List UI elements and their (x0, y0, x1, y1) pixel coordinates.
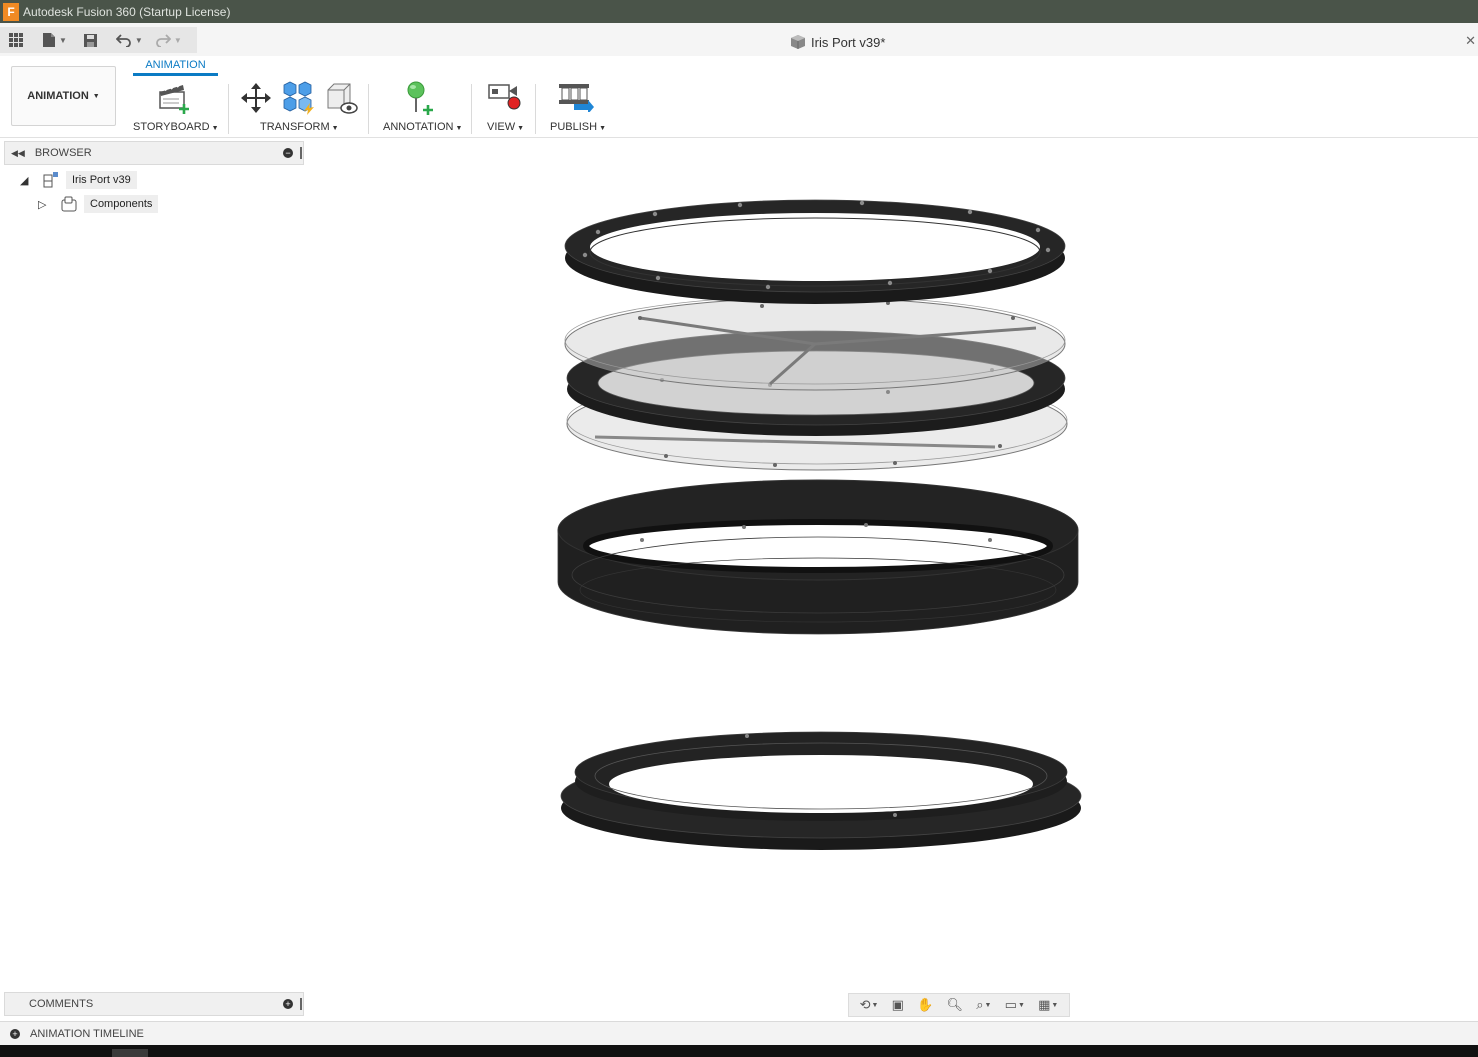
quick-access-bar: ▼ ▼ ▼ Iris Port v39* ✕ (0, 23, 1478, 56)
view-label: VIEW (487, 121, 516, 133)
separator (228, 84, 229, 134)
annotation-menu[interactable]: ANNOTATION ▼ (383, 121, 462, 133)
storyboard-menu[interactable]: STORYBOARD ▼ (133, 121, 219, 133)
tab-animation[interactable]: ANIMATION (133, 59, 218, 76)
storyboard-label: STORYBOARD (133, 121, 210, 133)
bottom-flange-ring (560, 731, 1082, 850)
minus-circle-icon[interactable]: − (283, 148, 293, 158)
assembly-icon (43, 172, 58, 188)
transform-menu[interactable]: TRANSFORM ▼ (260, 121, 339, 133)
ribbon-toolbar: ANIMATION ▼ ANIMATION STORYBOARD ▼ TRANSF… (0, 56, 1478, 138)
navigation-bar: ⟲ ▼ ▣ ✋ 🔍︎ ⌕ ▼ ▭ ▼ ▦ ▼ (848, 993, 1070, 1017)
save-icon (83, 33, 97, 47)
expanded-triangle-icon[interactable]: ◢ (20, 174, 34, 187)
publish-menu[interactable]: PUBLISH ▼ (550, 121, 606, 133)
redo-button[interactable]: ▼ (151, 27, 186, 53)
separator (471, 84, 472, 134)
app-grid-button[interactable] (4, 27, 28, 53)
callout-pin-icon[interactable] (403, 81, 437, 115)
taskbar-item[interactable] (112, 1049, 148, 1057)
move-icon[interactable] (240, 82, 272, 114)
separator (535, 84, 536, 134)
new-storyboard-icon[interactable] (157, 82, 191, 114)
fit-icon[interactable]: ⌕ ▼ (976, 997, 991, 1013)
chevron-down-icon: ▼ (92, 92, 100, 100)
chevron-down-icon: ▼ (517, 125, 525, 132)
fusion-logo-icon: F (3, 2, 19, 21)
title-bar: F Autodesk Fusion 360 (Startup License) (0, 0, 1478, 23)
tree-item-root[interactable]: ◢ Iris Port v39 (20, 171, 137, 189)
zoom-icon[interactable]: 🔍︎ (947, 997, 964, 1013)
annotation-label: ANNOTATION (383, 121, 454, 133)
display-settings-icon[interactable]: ▭ ▼ (1005, 997, 1025, 1013)
comments-panel-header[interactable]: COMMENTS + (4, 992, 304, 1016)
orbit-icon[interactable]: ⟲ ▼ (860, 997, 879, 1013)
document-title: Iris Port v39* (790, 34, 885, 50)
top-bolt-ring (564, 199, 1066, 304)
collapse-panel-icon[interactable]: ◀◀ (11, 148, 25, 159)
middle-cylinder-band (557, 479, 1079, 635)
chevron-down-icon: ▼ (59, 35, 67, 45)
upper-glass-plate (564, 295, 1066, 391)
undo-button[interactable]: ▼ (112, 27, 147, 53)
separator (368, 84, 369, 134)
expand-triangle-icon[interactable]: ▷ (38, 198, 52, 211)
pin-panel-icon[interactable] (300, 998, 302, 1010)
pan-hand-icon[interactable]: ✋ (917, 997, 933, 1013)
transform-label: TRANSFORM (260, 121, 330, 133)
workspace-switcher-button[interactable]: ANIMATION ▼ (11, 66, 116, 126)
quick-access-group: ▼ ▼ ▼ (0, 27, 197, 53)
add-circle-icon[interactable]: + (10, 1028, 20, 1039)
save-button[interactable] (79, 27, 102, 53)
file-menu-button[interactable]: ▼ (38, 27, 71, 53)
pin-panel-icon[interactable] (300, 147, 302, 159)
window-title: Autodesk Fusion 360 (Startup License) (23, 4, 231, 19)
cube-icon (791, 35, 805, 49)
chevron-down-icon: ▼ (455, 125, 463, 132)
tree-root-label: Iris Port v39 (66, 171, 137, 189)
middle-flat-ring (566, 330, 1066, 436)
view-visibility-icon[interactable] (325, 82, 359, 116)
add-comment-icon[interactable]: + (283, 999, 293, 1009)
chevron-down-icon: ▼ (134, 35, 143, 45)
record-camera-icon[interactable] (488, 82, 522, 112)
publish-video-icon[interactable] (558, 82, 594, 112)
file-icon (43, 33, 55, 47)
redo-icon (155, 34, 171, 47)
auto-explode-icon[interactable] (282, 81, 316, 115)
close-icon[interactable]: ✕ (1465, 33, 1476, 49)
lower-glass-plate (566, 375, 1068, 471)
timeline-title: ANIMATION TIMELINE (30, 1027, 144, 1040)
components-folder-icon (61, 196, 77, 212)
undo-icon (115, 34, 131, 47)
chevron-down-icon: ▼ (173, 35, 182, 45)
document-title-text: Iris Port v39* (811, 34, 886, 50)
chevron-down-icon: ▼ (211, 125, 219, 132)
tree-item-components[interactable]: ▷ Components (38, 195, 159, 213)
tree-components-label: Components (84, 195, 159, 213)
workspace-label: ANIMATION (27, 90, 89, 102)
chevron-down-icon: ▼ (331, 125, 339, 132)
grid-settings-icon[interactable]: ▦ ▼ (1038, 997, 1058, 1013)
view-menu[interactable]: VIEW ▼ (487, 121, 524, 133)
comments-title: COMMENTS (29, 998, 94, 1010)
publish-label: PUBLISH (550, 121, 598, 133)
animation-timeline-bar[interactable]: + ANIMATION TIMELINE (0, 1021, 1478, 1045)
grid-icon (9, 33, 23, 47)
os-taskbar (0, 1045, 1478, 1057)
browser-panel-header[interactable]: ◀◀ BROWSER − (4, 141, 304, 165)
browser-title: BROWSER (34, 147, 92, 159)
chevron-down-icon: ▼ (599, 125, 607, 132)
look-at-icon[interactable]: ▣ (892, 997, 904, 1013)
